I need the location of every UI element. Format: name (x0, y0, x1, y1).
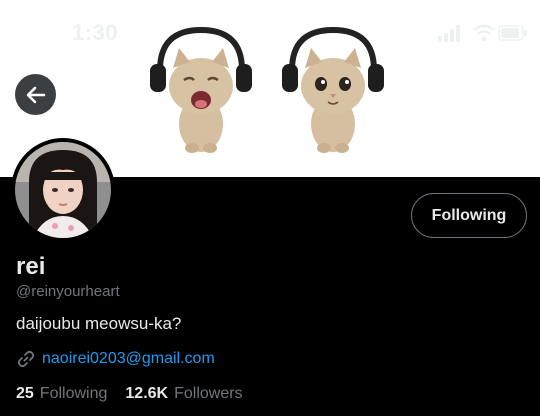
back-button[interactable] (15, 74, 56, 115)
follow-counts: 25 Following 12.6K Followers (16, 385, 261, 403)
following-count-link[interactable]: 25 Following (16, 385, 107, 403)
status-time: 1:30 (72, 20, 119, 45)
profile-link[interactable]: naoirei0203@gmail.com (42, 350, 215, 368)
profile-link-row[interactable]: naoirei0203@gmail.com (16, 348, 215, 370)
cat-with-headphones-image (150, 26, 252, 153)
following-button[interactable]: Following (411, 193, 527, 238)
wifi-icon (473, 24, 495, 42)
status-bar: 1:30 (0, 0, 540, 60)
user-handle: @reinyourheart (16, 283, 120, 300)
avatar-photo (15, 142, 111, 238)
status-icons (368, 22, 527, 44)
followers-count-link[interactable]: 12.6K Followers (125, 385, 242, 403)
following-count: 25 (16, 385, 34, 402)
cat-with-headphones-image (282, 26, 384, 153)
link-icon (17, 350, 35, 368)
battery-icon (498, 25, 527, 41)
avatar[interactable] (11, 138, 115, 242)
signal-icon (438, 25, 460, 42)
profile-bio: daijoubu meowsu-ka? (16, 314, 182, 333)
followers-count: 12.6K (125, 385, 169, 402)
following-label: Following (39, 385, 108, 402)
profile-screen: 1:30 Following rei @reinyourheart daijou… (0, 0, 540, 416)
back-arrow-icon (26, 86, 45, 103)
followers-label: Followers (174, 385, 243, 402)
display-name: rei (16, 253, 46, 280)
avatar-portrait-image (15, 142, 111, 238)
